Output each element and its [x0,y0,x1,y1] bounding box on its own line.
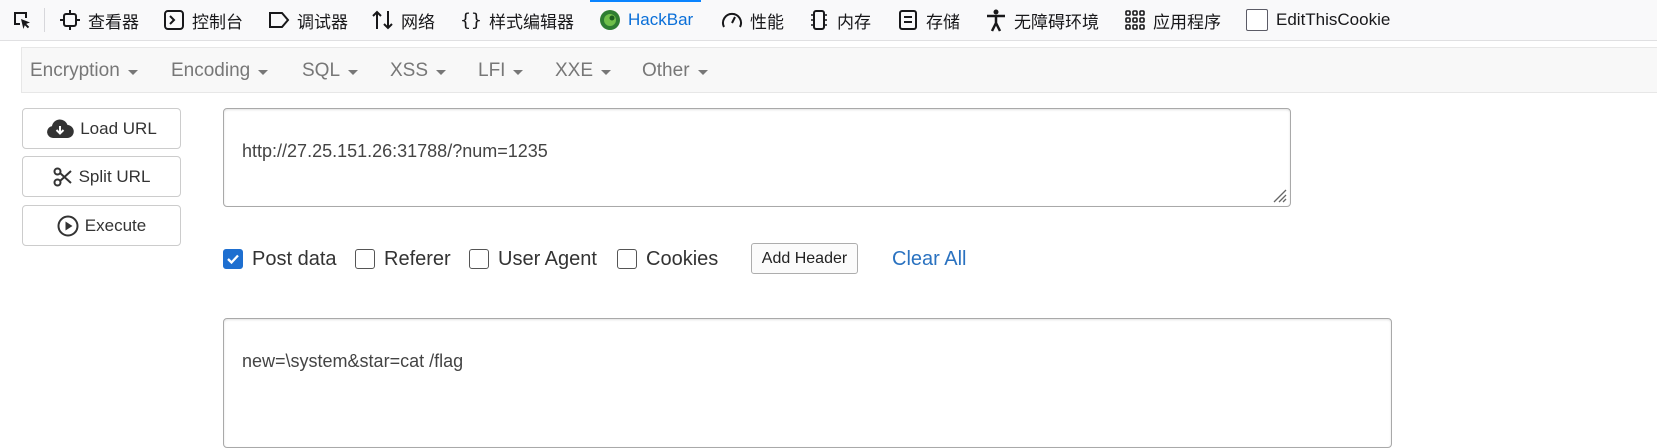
menu-label: LFI [478,60,506,81]
play-circle-icon [57,215,79,236]
tab-label: 内存 [837,12,871,32]
accessibility-icon [984,8,1008,32]
hackbar-icon [598,8,622,32]
caret-down-icon [348,70,359,75]
post-data-option[interactable]: Post data [223,245,337,273]
memory-icon [807,8,831,32]
menu-label: SQL [302,60,341,81]
storage-icon [896,8,920,32]
tab-label: EditThisCookie [1276,10,1391,29]
menu-label: Encoding [171,60,251,81]
caret-down-icon [601,70,612,75]
tab-label: 调试器 [297,12,348,32]
console-icon [162,8,186,32]
scissors-icon [53,167,72,186]
caret-down-icon [127,70,138,75]
menu-label: XSS [390,60,429,81]
tab-performance[interactable]: 性能 [720,0,784,40]
application-icon [1123,8,1147,32]
toolbar-separator [44,8,45,32]
tab-label: 应用程序 [1153,12,1221,32]
caret-down-icon [697,70,708,75]
menu-other[interactable]: Other [642,48,708,94]
referer-checkbox[interactable] [355,249,375,269]
cookies-option[interactable]: Cookies [617,245,718,273]
post-data-checkbox[interactable] [223,249,243,269]
menu-xxe[interactable]: XXE [555,48,612,94]
add-header-button[interactable]: Add Header [751,243,858,274]
tab-storage[interactable]: 存储 [896,0,960,40]
devtools-toolbar: 查看器 控制台 调试器 网络 {} 样式编辑器 HackBar 性能 内存 存储… [0,0,1657,41]
style-editor-icon: {} [460,9,482,31]
post-body-value: new=\system&star=cat /flag [242,351,464,371]
post-data-label: Post data [252,247,337,270]
menu-sql[interactable]: SQL [302,48,359,94]
tab-inspector[interactable]: 查看器 [58,0,139,40]
performance-icon [720,8,744,32]
tab-label: 控制台 [192,12,243,32]
referer-option[interactable]: Referer [355,245,451,273]
hackbar-menubar: Encryption Encoding SQL XSS LFI XXE Othe… [21,47,1657,93]
clear-all-label: Clear All [892,247,967,270]
tab-accessibility[interactable]: 无障碍环境 [984,0,1099,40]
tab-network[interactable]: 网络 [371,0,435,40]
tab-memory[interactable]: 内存 [807,0,871,40]
cloud-download-icon [47,118,74,138]
user-agent-option[interactable]: User Agent [469,245,597,273]
caret-down-icon [513,70,524,75]
execute-button[interactable]: Execute [22,205,181,246]
element-picker-icon[interactable] [8,7,36,33]
debugger-icon [267,8,291,32]
cookies-checkbox[interactable] [617,249,637,269]
tab-debugger[interactable]: 调试器 [267,0,348,40]
url-textarea[interactable]: http://27.25.151.26:31788/?num=1235 [223,108,1291,207]
clear-all-link[interactable]: Clear All [892,245,966,273]
cookies-label: Cookies [646,247,719,270]
caret-down-icon [258,70,269,75]
tab-console[interactable]: 控制台 [162,0,243,40]
menu-label: Other [642,60,690,81]
url-value: http://27.25.151.26:31788/?num=1235 [242,141,548,161]
tab-label: 网络 [401,12,435,32]
menu-encryption[interactable]: Encryption [30,48,138,94]
user-agent-label: User Agent [498,247,597,270]
load-url-label: Load URL [80,118,157,138]
cookie-checkbox-icon [1246,9,1268,31]
menu-lfi[interactable]: LFI [478,48,524,94]
caret-down-icon [436,70,447,75]
tab-label: 无障碍环境 [1014,12,1099,32]
user-agent-checkbox[interactable] [469,249,489,269]
resize-grip-icon[interactable] [1271,187,1287,203]
referer-label: Referer [384,247,451,270]
tab-label: 样式编辑器 [489,12,574,32]
network-icon [371,8,395,32]
menu-xss[interactable]: XSS [390,48,447,94]
menu-label: XXE [555,60,594,81]
split-url-button[interactable]: Split URL [22,156,181,197]
inspector-icon [58,8,82,32]
tab-style-editor[interactable]: {} 样式编辑器 [459,0,574,40]
execute-label: Execute [84,215,147,235]
menu-encoding[interactable]: Encoding [171,48,269,94]
tab-label: 查看器 [88,12,139,32]
tab-application[interactable]: 应用程序 [1123,0,1221,40]
tab-editthiscookie[interactable]: EditThisCookie [1246,0,1390,40]
split-url-label: Split URL [78,166,151,186]
menu-label: Encryption [30,60,120,81]
tab-hackbar[interactable]: HackBar [589,0,702,40]
post-body-textarea[interactable]: new=\system&star=cat /flag [223,318,1392,448]
add-header-label: Add Header [761,249,848,267]
tab-label: 性能 [750,12,784,32]
load-url-button[interactable]: Load URL [22,108,181,149]
tab-label: 存储 [926,12,960,32]
tab-label: HackBar [628,10,694,29]
